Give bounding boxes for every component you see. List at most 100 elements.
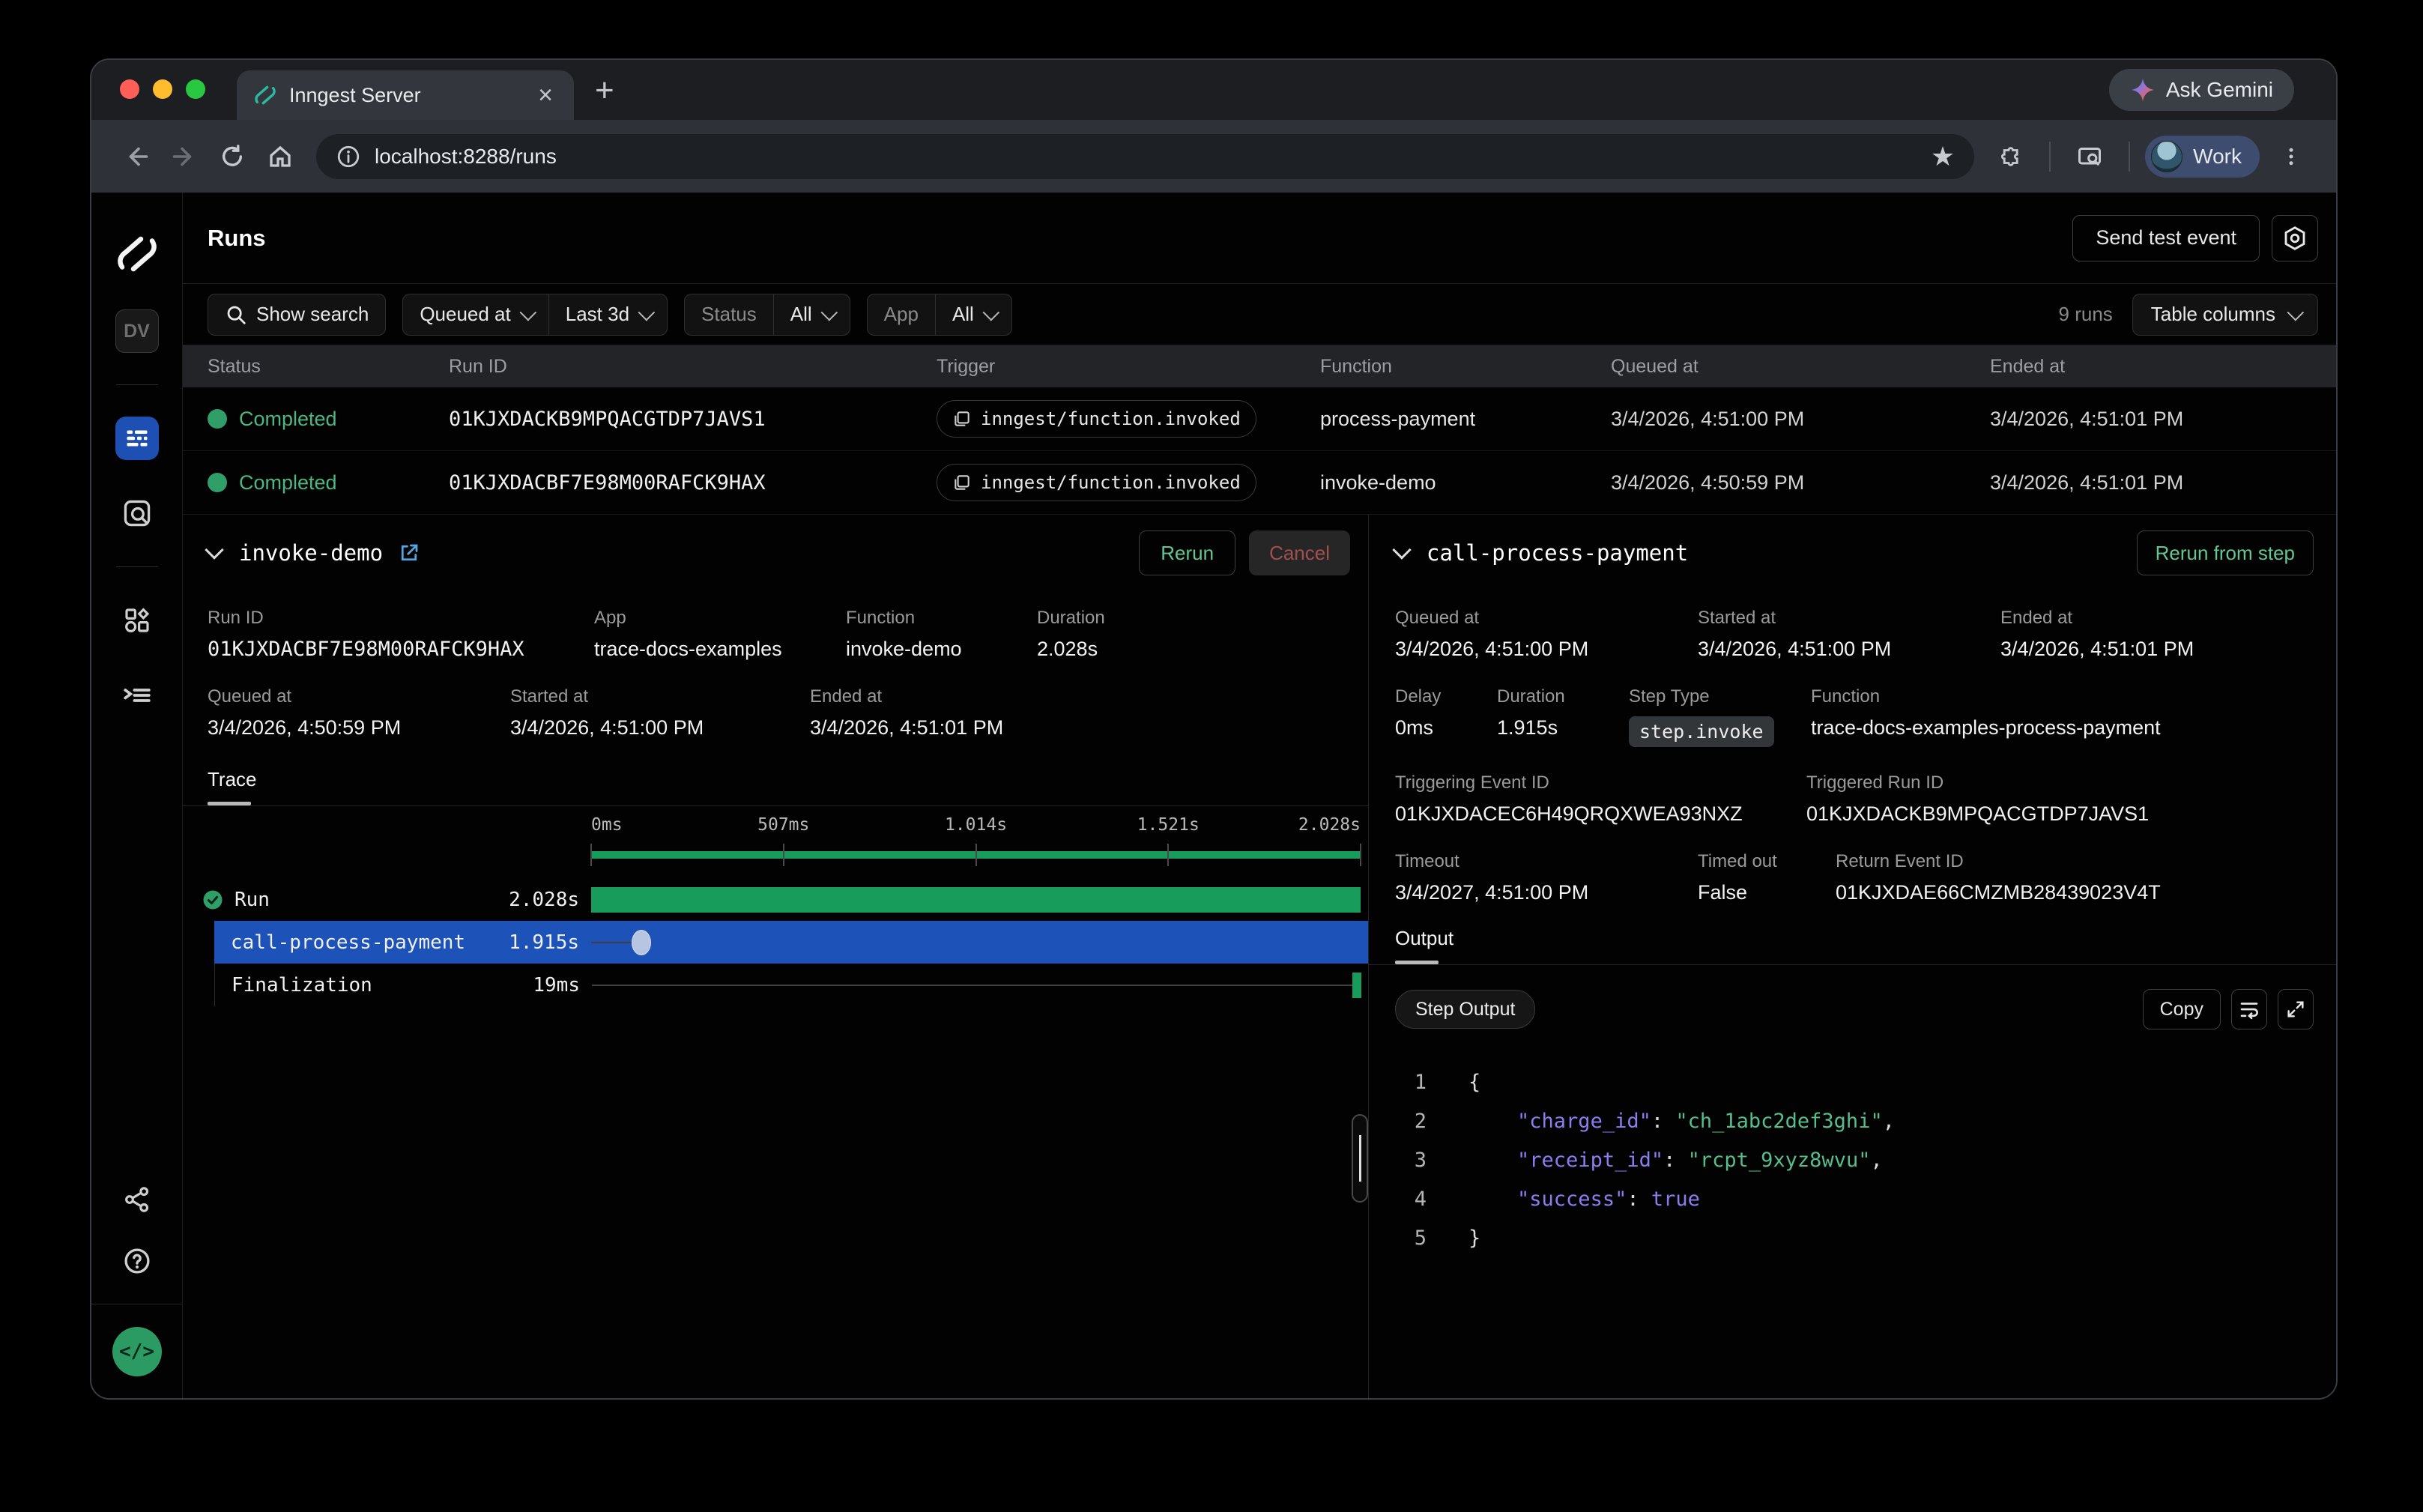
ask-gemini-button[interactable]: Ask Gemini xyxy=(2109,69,2294,111)
triggering-event-id-link[interactable]: 01KJXDACEC6H49QRQXWEA93NXZ xyxy=(1395,802,1806,826)
url-text[interactable]: localhost:8288/runs xyxy=(375,145,1931,169)
app-filter-dropdown[interactable]: All xyxy=(935,294,1011,335)
send-test-event-button[interactable]: Send test event xyxy=(2072,215,2260,261)
triggered-run-id-link[interactable]: 01KJXDACKB9MPQACGTDP7JAVS1 xyxy=(1806,802,2149,826)
trigger-pill[interactable]: inngest/function.invoked xyxy=(937,400,1256,438)
col-status: Status xyxy=(208,356,449,378)
output-code[interactable]: 1{2 "charge_id": "ch_1abc2def3ghi",3 "re… xyxy=(1395,1062,2314,1257)
menu-kebab-icon[interactable] xyxy=(2272,137,2311,176)
step-detail-panel: call-process-payment Rerun from step Que… xyxy=(1368,515,2336,1398)
col-ended-at: Ended at xyxy=(1990,356,2336,378)
table-row[interactable]: Completed01KJXDACBF7E98M00RAFCK9HAXinnge… xyxy=(183,451,2336,515)
site-info-icon[interactable] xyxy=(336,144,361,169)
new-tab-button[interactable]: + xyxy=(595,72,614,109)
reload-button[interactable] xyxy=(213,137,252,176)
help-icon[interactable] xyxy=(115,1239,159,1283)
axis-tick-label: 1.521s xyxy=(1137,815,1200,835)
axis-tick-label: 2.028s xyxy=(1298,815,1361,835)
tab-output[interactable]: Output xyxy=(1395,927,1454,950)
collapse-chevron-icon[interactable] xyxy=(205,540,223,559)
minimize-window-button[interactable] xyxy=(153,79,172,99)
step-duration-value: 1.915s xyxy=(1497,716,1629,740)
step-function-link[interactable]: trace-docs-examples-process-payment xyxy=(1811,716,2161,740)
axis-tick-label: 507ms xyxy=(757,815,809,835)
window-controls[interactable] xyxy=(120,79,205,99)
maximize-window-button[interactable] xyxy=(186,79,205,99)
share-icon[interactable] xyxy=(115,1178,159,1221)
status-filter: Status All xyxy=(684,294,850,336)
cancel-button[interactable]: Cancel xyxy=(1249,530,1350,575)
rerun-button[interactable]: Rerun xyxy=(1139,530,1235,575)
external-link-icon[interactable] xyxy=(398,542,420,564)
rerun-from-step-button[interactable]: Rerun from step xyxy=(2137,530,2314,575)
copy-button[interactable]: Copy xyxy=(2143,989,2221,1029)
function-label: Function xyxy=(846,608,1037,629)
dev-mode-button[interactable]: </> xyxy=(112,1327,162,1376)
trace-row[interactable]: Run2.028s xyxy=(183,878,1368,921)
page-header: Runs Send test event xyxy=(183,193,2336,284)
step-output-pill[interactable]: Step Output xyxy=(1395,990,1535,1029)
queued-at-dropdown[interactable]: Queued at xyxy=(403,294,548,335)
settings-gear-button[interactable] xyxy=(2272,215,2318,261)
delay-value: 0ms xyxy=(1395,716,1497,740)
timed-out-label: Timed out xyxy=(1698,851,1836,872)
tab-trace[interactable]: Trace xyxy=(208,768,257,791)
table-row[interactable]: Completed01KJXDACKB9MPQACGTDP7JAVS1innge… xyxy=(183,387,2336,451)
chevron-down-icon xyxy=(982,303,999,321)
timeout-label: Timeout xyxy=(1395,851,1698,872)
url-bar[interactable]: localhost:8288/runs ★ xyxy=(316,134,1974,179)
trace-step-duration: 1.915s xyxy=(509,931,579,954)
avatar xyxy=(2151,141,2182,172)
queued-at-cell: 3/4/2026, 4:50:59 PM xyxy=(1611,471,1990,495)
runs-count: 9 runs xyxy=(2059,303,2113,326)
workspace-badge[interactable]: DV xyxy=(115,309,159,353)
tab-close-icon[interactable]: × xyxy=(533,82,557,108)
expand-button[interactable] xyxy=(2278,989,2314,1029)
trigger-pill[interactable]: inngest/function.invoked xyxy=(937,464,1256,501)
bookmark-star-icon[interactable]: ★ xyxy=(1931,141,1955,172)
trace-row[interactable]: Finalization19ms xyxy=(214,964,1368,1006)
side-search-icon[interactable] xyxy=(2070,137,2109,176)
show-search-button[interactable]: Show search xyxy=(208,294,386,336)
home-button[interactable] xyxy=(261,137,300,176)
trace-row[interactable]: call-process-payment1.915s xyxy=(214,921,1368,964)
gemini-star-icon xyxy=(2130,77,2156,103)
extensions-icon[interactable] xyxy=(1991,137,2030,176)
col-function: Function xyxy=(1320,356,1611,378)
col-trigger: Trigger xyxy=(937,356,1320,378)
back-button[interactable] xyxy=(117,137,156,176)
axis-tick xyxy=(975,844,977,866)
browser-tab[interactable]: Inngest Server × xyxy=(237,70,574,120)
trace-overview-bar xyxy=(591,839,1361,871)
timeout-value: 3/4/2027, 4:51:00 PM xyxy=(1395,881,1698,904)
status-text: Completed xyxy=(239,408,337,431)
time-range-dropdown[interactable]: Last 3d xyxy=(548,294,667,335)
panel-resize-handle[interactable] xyxy=(1352,1114,1368,1203)
app-link[interactable]: trace-docs-examples xyxy=(594,638,846,661)
step-span-bar xyxy=(1352,973,1361,998)
collapse-chevron-icon[interactable] xyxy=(1392,540,1411,559)
browser-toolbar: localhost:8288/runs ★ Work xyxy=(91,120,2336,193)
status-filter-dropdown[interactable]: All xyxy=(773,294,850,335)
forward-button[interactable] xyxy=(165,137,204,176)
close-window-button[interactable] xyxy=(120,79,139,99)
chevron-down-icon xyxy=(638,303,656,321)
nav-terminal-icon[interactable] xyxy=(115,674,159,717)
table-columns-button[interactable]: Table columns xyxy=(2132,294,2318,336)
nav-runs-icon[interactable] xyxy=(115,417,159,460)
profile-button[interactable]: Work xyxy=(2145,136,2260,178)
return-event-id-link[interactable]: 01KJXDAE66CMZMB28439023V4T xyxy=(1836,881,2161,904)
table-header: Status Run ID Trigger Function Queued at… xyxy=(183,345,2336,387)
inngest-favicon-icon xyxy=(253,83,277,107)
app-filter: App All xyxy=(867,294,1012,336)
function-link[interactable]: invoke-demo xyxy=(846,638,1037,661)
word-wrap-button[interactable] xyxy=(2231,989,2267,1029)
chevron-down-icon xyxy=(2287,303,2305,321)
profile-label: Work xyxy=(2193,145,2242,169)
nav-apps-icon[interactable] xyxy=(115,599,159,642)
step-started-value: 3/4/2026, 4:51:00 PM xyxy=(1698,638,2000,661)
started-at-label: Started at xyxy=(510,686,810,707)
function-cell: invoke-demo xyxy=(1320,471,1611,495)
nav-events-icon[interactable] xyxy=(115,492,159,535)
ended-at-cell: 3/4/2026, 4:51:01 PM xyxy=(1990,408,2336,431)
